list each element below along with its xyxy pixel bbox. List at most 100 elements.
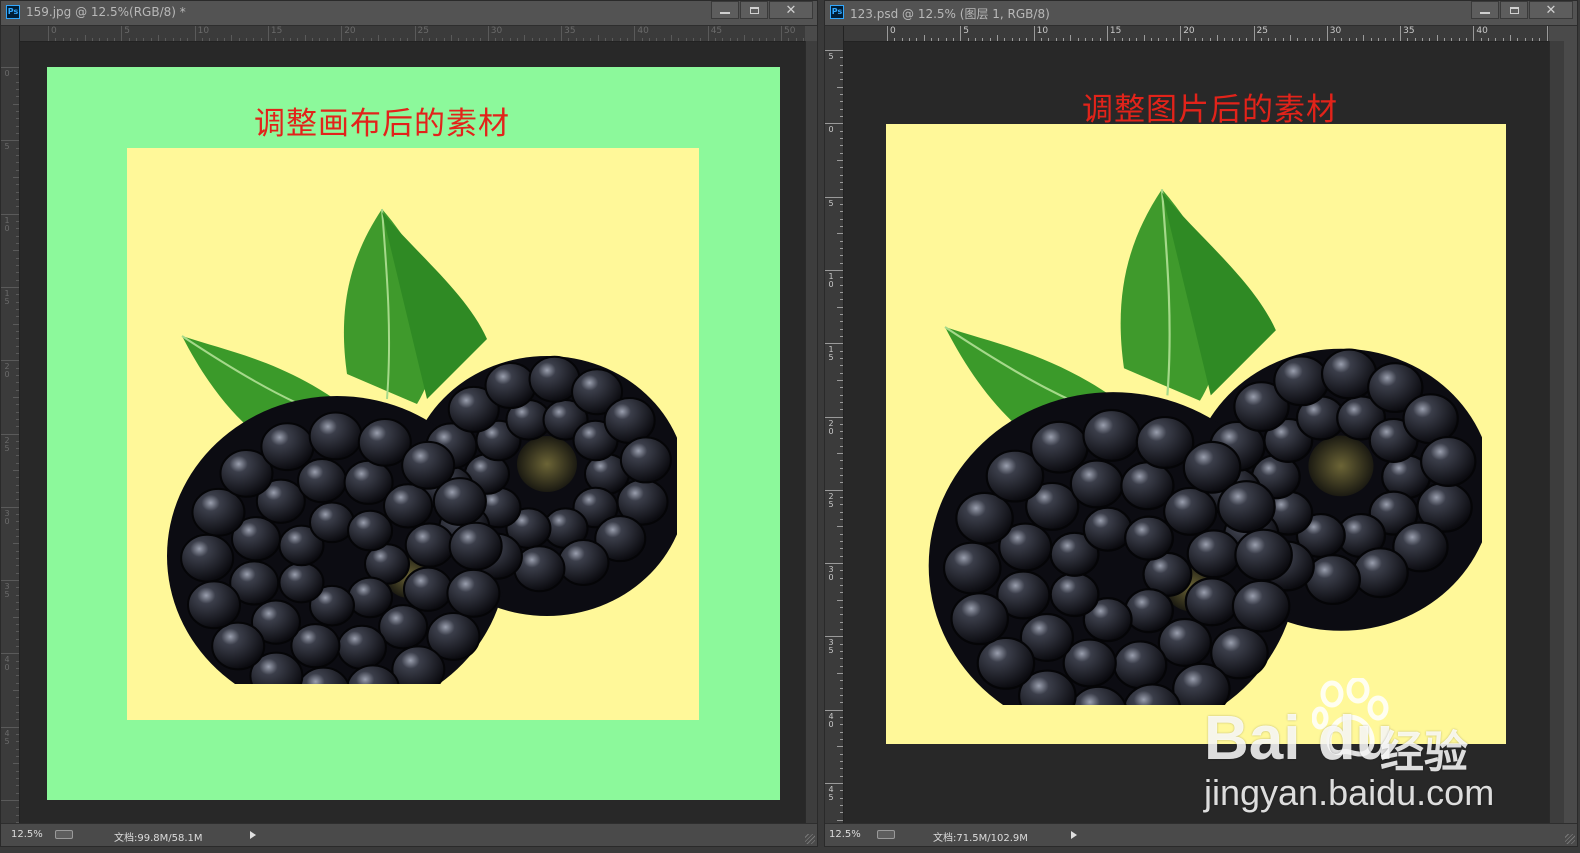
ruler-tick [1040, 38, 1042, 41]
maximize-button[interactable] [740, 1, 768, 19]
ruler-tick [840, 247, 843, 249]
ruler-tick [1473, 26, 1475, 41]
left-window-title: 159.jpg @ 12.5%(RGB/8) * [26, 5, 186, 19]
ruler-tick [1018, 38, 1020, 41]
right-vertical-scrollbar[interactable] [1549, 41, 1564, 827]
ruler-label: 25 [1256, 26, 1268, 36]
ruler-tick [84, 35, 86, 41]
right-canvas-area[interactable]: 调整图片后的素材 [844, 42, 1549, 827]
ruler-tick [1378, 38, 1380, 41]
close-button[interactable]: ✕ [1529, 1, 1573, 19]
blackberry-drupe [308, 411, 363, 461]
blackberry-drupe [402, 566, 453, 612]
ruler-label: 1 5 [828, 345, 834, 363]
left-canvas-area[interactable]: 调整画布后的素材 [20, 42, 805, 825]
ruler-tick [837, 306, 843, 308]
ruler-label: 35 [564, 26, 576, 36]
ruler-tick [840, 277, 843, 279]
ruler-tick [16, 572, 19, 574]
left-status-bar: 12.5% 文档:99.8M/58.1M [1, 823, 817, 846]
ruler-label: 3 5 [828, 638, 834, 656]
ruler-tick [840, 387, 843, 389]
left-zoom-level[interactable]: 12.5% [11, 829, 43, 840]
ruler-tick [16, 169, 19, 171]
vertical-ruler[interactable]: 0 5 1 0 1 5 2 0 2 5 3 0 3 5 4 0 4 5 [1, 41, 20, 825]
ruler-tick [641, 38, 643, 41]
ruler-tick [55, 38, 57, 41]
ruler-tick [840, 497, 843, 499]
ruler-tick [16, 125, 19, 127]
ruler-label: 40 [1476, 26, 1488, 36]
ruler-tick [773, 38, 775, 41]
vertical-ruler[interactable]: 5 0 5 1 0 1 5 2 0 2 5 3 0 3 5 4 0 4 5 [825, 41, 844, 827]
ruler-tick [1048, 38, 1050, 41]
ruler-label: 15 [270, 26, 283, 36]
ruler-tick [16, 624, 19, 626]
ruler-tick [840, 724, 843, 726]
right-title-bar[interactable]: Ps 123.psd @ 12.5% (图层 1, RGB/8) ✕ [825, 1, 1577, 26]
ruler-tick [480, 38, 482, 41]
ruler-tick [840, 152, 843, 154]
ruler-tick [16, 455, 19, 457]
ruler-tick [16, 594, 19, 596]
maximize-button[interactable] [1500, 1, 1528, 19]
ruler-tick [16, 206, 19, 208]
ruler-label: 10 [197, 26, 210, 36]
ruler-tick [304, 35, 306, 41]
ruler-tick [837, 233, 843, 235]
horizontal-ruler[interactable]: 0 5 10 15 20 25 30 35 40 [844, 26, 1549, 42]
ruler-tick [1451, 38, 1453, 41]
resize-grip-icon[interactable] [1565, 834, 1575, 844]
ruler-tick [960, 26, 962, 41]
photoshop-app-icon: Ps [830, 5, 844, 19]
ruler-tick [649, 38, 651, 41]
proof-view-icon[interactable] [55, 830, 73, 839]
ruler-origin[interactable] [1, 26, 20, 42]
ruler-tick [837, 159, 843, 161]
ruler-tick [201, 38, 203, 41]
blackberry-drupe [1217, 480, 1276, 534]
ruler-tick [1422, 38, 1424, 41]
ruler-tick [1092, 38, 1094, 41]
ruler-tick [766, 38, 768, 41]
proof-view-icon[interactable] [877, 830, 895, 839]
blackberry-drupe [1082, 506, 1133, 552]
ruler-tick [840, 372, 843, 374]
status-menu-arrow-icon[interactable] [250, 831, 256, 839]
ruler-origin[interactable] [825, 26, 844, 42]
ruler-tick [715, 38, 717, 41]
ruler-tick [840, 328, 843, 330]
resize-grip-icon[interactable] [805, 834, 815, 844]
close-button[interactable]: ✕ [769, 1, 813, 19]
status-menu-arrow-icon[interactable] [1071, 831, 1077, 839]
ruler-tick [253, 38, 255, 41]
ruler-tick [825, 196, 843, 198]
blackberry-drupe [260, 422, 315, 472]
ruler-tick [837, 819, 843, 821]
right-zoom-level[interactable]: 12.5% [829, 829, 861, 840]
ruler-tick [1033, 26, 1035, 41]
ruler-tick [1510, 35, 1512, 41]
ruler-tick [1356, 38, 1358, 41]
blackberry-drupe [1163, 486, 1218, 536]
ruler-tick [1, 286, 19, 288]
ruler-tick [539, 38, 541, 41]
minimize-button[interactable] [1471, 1, 1499, 19]
ruler-tick [16, 521, 19, 523]
horizontal-ruler[interactable]: 0 5 10 15 20 25 30 35 40 45 50 [20, 26, 805, 42]
left-title-bar[interactable]: Ps 159.jpg @ 12.5%(RGB/8) * ✕ [1, 1, 817, 26]
ruler-tick [1429, 38, 1431, 41]
minimize-button[interactable] [711, 1, 739, 19]
ruler-tick [1392, 38, 1394, 41]
ruler-tick [744, 35, 746, 41]
ruler-tick [16, 220, 19, 222]
ruler-tick [16, 382, 19, 384]
ruler-tick [583, 38, 585, 41]
ruler-tick [901, 38, 903, 41]
left-vertical-scrollbar[interactable] [805, 41, 817, 825]
ruler-tick [16, 74, 19, 76]
ruler-tick [13, 763, 19, 765]
ruler-tick [143, 38, 145, 41]
left-document-window[interactable]: Ps 159.jpg @ 12.5%(RGB/8) * ✕ 0 5 10 15 20 25… [0, 0, 818, 847]
ruler-label: 4 5 [828, 785, 834, 802]
